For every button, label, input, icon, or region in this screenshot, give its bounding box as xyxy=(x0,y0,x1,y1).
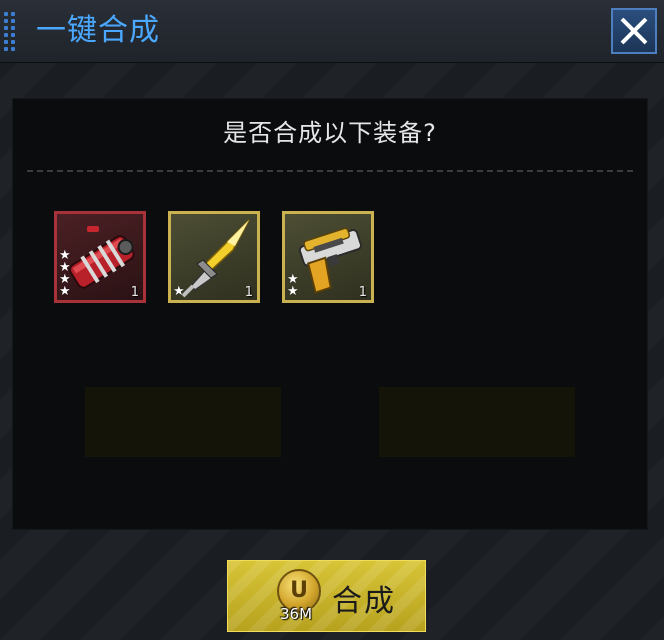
cost-label: 36M xyxy=(279,605,313,623)
item-slot-red-cannon[interactable]: ★ ★ ★ ★ 1 xyxy=(54,211,146,303)
star-icon: ★ xyxy=(59,284,71,299)
close-icon xyxy=(620,17,648,45)
star-icon: ★ xyxy=(173,284,185,299)
star-icon: ★ xyxy=(287,284,299,299)
dashed-divider xyxy=(27,170,633,172)
item-count: 1 xyxy=(358,285,367,300)
empty-slot-shadow xyxy=(379,387,575,457)
drag-grip-icon xyxy=(4,12,18,51)
synthesis-panel: 是否合成以下装备? ★ ★ ★ ★ 1 ★ 1 ★ ★ 1 xyxy=(12,98,648,530)
item-count: 1 xyxy=(244,285,253,300)
item-slot-gold-pistol[interactable]: ★ ★ 1 xyxy=(282,211,374,303)
confirm-question: 是否合成以下装备? xyxy=(223,119,437,147)
synthesize-button[interactable]: U 36M 合成 xyxy=(227,560,426,632)
star-rating: ★ ★ xyxy=(287,273,303,299)
star-rating: ★ xyxy=(173,284,189,299)
star-rating: ★ ★ ★ ★ xyxy=(59,249,75,299)
synthesize-label: 合成 xyxy=(332,584,396,619)
title-bar: 一键合成 xyxy=(0,0,664,63)
item-slot-golden-blade[interactable]: ★ 1 xyxy=(168,211,260,303)
window-title: 一键合成 xyxy=(36,13,160,48)
empty-slot-shadow xyxy=(85,387,281,457)
item-count: 1 xyxy=(130,285,139,300)
close-button[interactable] xyxy=(611,8,657,54)
